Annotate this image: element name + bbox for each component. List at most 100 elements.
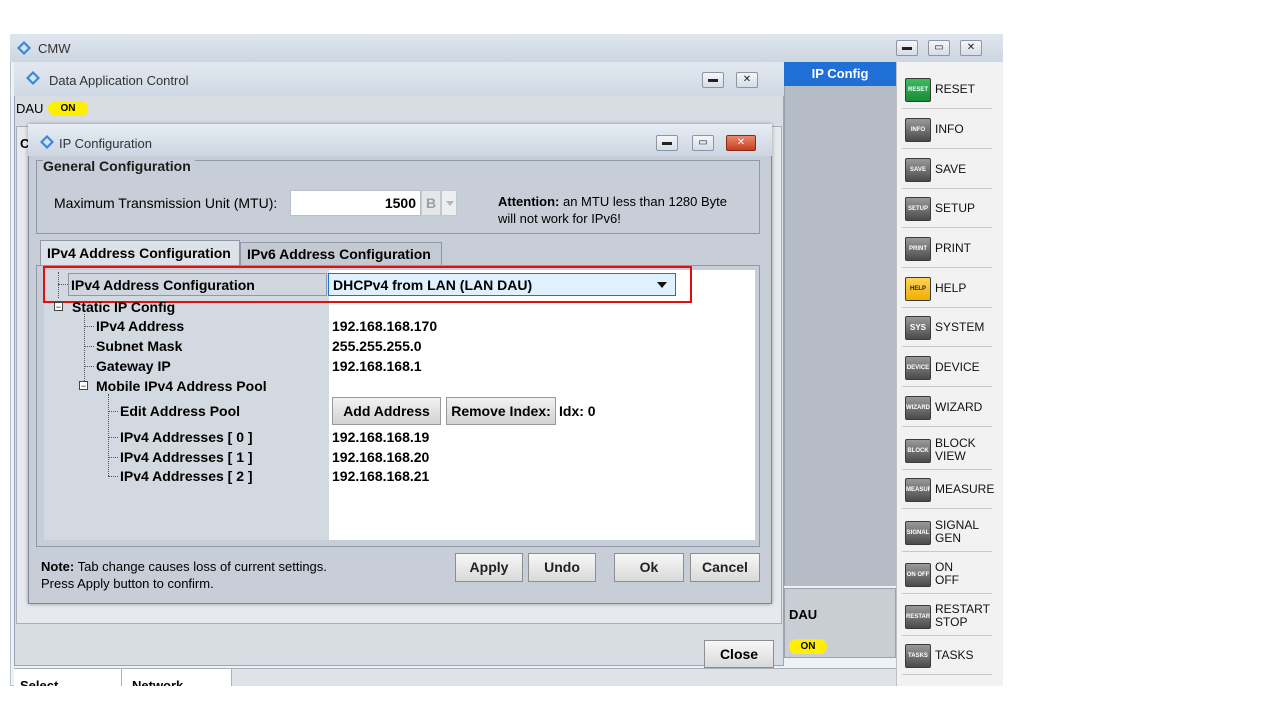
tab-ipv6[interactable]: IPv6 Address Configuration — [240, 242, 442, 266]
mtu-label: Maximum Transmission Unit (MTU): — [54, 195, 278, 211]
pool-item-label: IPv4 Addresses [ 0 ] — [120, 429, 253, 445]
ip-config-header[interactable]: IP Config — [784, 62, 896, 86]
dac-dau-label: DAU — [16, 101, 44, 116]
gateway-ip-value[interactable]: 192.168.168.1 — [332, 358, 422, 374]
signal-gen-icon: SIGNAL GEN — [905, 521, 931, 545]
device-icon: DEVICE — [905, 356, 931, 380]
softkey-system-button[interactable]: SYS SYSTEM — [902, 309, 992, 347]
mtu-input[interactable]: 1500 — [290, 190, 421, 216]
softkey-label-line: SAVE — [935, 162, 967, 176]
softkey-label-line: MEASURE — [935, 482, 995, 496]
softkey-label-line: SETUP — [935, 201, 976, 215]
softkey-wizard-button[interactable]: WIZARD WIZARD — [902, 389, 992, 427]
ip-dialog-maximize-button[interactable]: ▭ — [692, 135, 714, 151]
softkey-info-button[interactable]: INFO INFO — [902, 111, 992, 149]
tab-ipv4[interactable]: IPv4 Address Configuration — [40, 240, 240, 266]
minimize-button[interactable]: ▬ — [896, 40, 918, 56]
tree-connector — [108, 437, 118, 438]
softkey-label: WIZARD — [935, 401, 982, 414]
softkey-setup-button[interactable]: SETUP SETUP — [902, 190, 992, 228]
tree-connector — [84, 346, 94, 347]
chevron-down-icon — [446, 201, 454, 206]
ip-dialog-title: IP Configuration — [59, 136, 152, 151]
softkey-label-line: SYSTEM — [935, 320, 985, 334]
ip-dialog-close-button[interactable]: ✕ — [726, 135, 756, 151]
dac-close-button[interactable]: ✕ — [736, 72, 758, 88]
mtu-unit-box: B — [421, 190, 441, 216]
cmw-title: CMW — [38, 41, 71, 56]
maximize-button[interactable]: ▭ — [928, 40, 950, 56]
right-dau-label: DAU — [789, 607, 818, 622]
info-icon: INFO — [905, 118, 931, 142]
pool-item-label: IPv4 Addresses [ 2 ] — [120, 468, 253, 484]
ip-dialog-minimize-button[interactable]: ▬ — [656, 135, 678, 151]
gateway-ip-label: Gateway IP — [96, 358, 171, 374]
reset-icon: RESET — [905, 78, 931, 102]
softkey-help-button[interactable]: HELP HELP — [902, 270, 992, 308]
mtu-unit-dropdown[interactable] — [441, 190, 457, 216]
softkey-save-button[interactable]: SAVE RCL SAVE — [902, 151, 992, 189]
softkey-device-button[interactable]: DEVICE DEVICE — [902, 349, 992, 387]
save-icon: SAVE RCL — [905, 158, 931, 182]
softkey-signal-button[interactable]: SIGNAL GENSIGNALGEN — [902, 514, 992, 552]
mtu-value: 1500 — [384, 195, 416, 211]
remove-index-button[interactable]: Remove Index: — [446, 397, 556, 425]
general-config-heading: General Configuration — [43, 158, 195, 174]
tree-connector — [108, 394, 109, 476]
softkey-label: SAVE — [935, 163, 966, 176]
softkey-tasks-button[interactable]: TASKS TASKS — [902, 637, 992, 675]
collapse-icon[interactable]: − — [79, 381, 88, 391]
apply-button[interactable]: Apply — [455, 553, 523, 582]
rohde-schwarz-logo-icon — [40, 135, 54, 149]
softkey-label-line: INFO — [935, 122, 964, 136]
softkey-on-button[interactable]: ON OFF ON OFF — [902, 556, 992, 594]
collapse-icon[interactable]: − — [54, 302, 63, 312]
note-bold: Note: — [41, 559, 75, 574]
rohde-schwarz-logo-icon — [17, 41, 31, 55]
tree-connector — [84, 326, 94, 327]
softkey-measure-button[interactable]: MEASURE MEASURE — [902, 471, 995, 509]
cancel-button[interactable]: Cancel — [690, 553, 760, 582]
dac-close-button-bottom[interactable]: Close — [704, 640, 774, 668]
attention-text-2: will not work for IPv6! — [498, 211, 621, 226]
softkey-label-line: OFF — [935, 573, 959, 587]
add-address-button[interactable]: Add Address — [332, 397, 441, 425]
dac-dau-status-badge: ON — [48, 101, 88, 116]
softkey-label: TASKS — [935, 649, 973, 662]
bottom-tab-select-label: Select — [20, 678, 59, 686]
mtu-unit: B — [426, 195, 437, 211]
undo-button[interactable]: Undo — [528, 553, 596, 582]
pool-item-value[interactable]: 192.168.168.19 — [332, 429, 429, 445]
tree-connector — [108, 457, 118, 458]
softkey-block-button[interactable]: BLOCK VIEWBLOCKVIEW — [902, 432, 992, 470]
softkey-label-line: TASKS — [935, 648, 974, 662]
dialog-note: Note: Tab change causes loss of current … — [41, 558, 441, 592]
ip-dialog-title-bar: IP Configuration ▬ ▭ ✕ — [28, 124, 772, 156]
right-dau-status-badge: ON — [789, 639, 827, 654]
remove-index-idx[interactable]: Idx: 0 — [559, 403, 596, 419]
tasks-icon: TASKS — [905, 644, 931, 668]
pool-item-value[interactable]: 192.168.168.20 — [332, 449, 429, 465]
pool-item-value[interactable]: 192.168.168.21 — [332, 468, 429, 484]
on-off-icon: ON OFF — [905, 563, 931, 587]
ipv4-address-value[interactable]: 192.168.168.170 — [332, 318, 437, 334]
softkey-label: DEVICE — [935, 361, 980, 374]
softkey-reset-button[interactable]: RESET RESET — [902, 71, 992, 109]
softkey-label: ON OFF — [935, 561, 959, 587]
bottom-tab-network[interactable]: Network — [122, 669, 232, 686]
bottom-tab-select[interactable]: Select — [14, 669, 122, 686]
dac-minimize-button[interactable]: ▬ — [702, 72, 724, 88]
dac-title: Data Application Control — [49, 73, 189, 88]
subnet-mask-value[interactable]: 255.255.255.0 — [332, 338, 422, 354]
close-button[interactable]: ✕ — [960, 40, 982, 56]
setup-icon: SETUP — [905, 197, 931, 221]
softkey-label-line: RESET — [935, 82, 976, 96]
softkey-restart-button[interactable]: RESTART STOPRESTARTSTOP — [902, 598, 992, 636]
softkey-label-line: DEVICE — [935, 360, 980, 374]
tree-connector — [108, 411, 118, 412]
softkey-label-line: GEN — [935, 531, 962, 545]
ok-button[interactable]: Ok — [614, 553, 684, 582]
dac-title-bar: Data Application Control ▬ ✕ — [14, 62, 784, 96]
softkey-label: SYSTEM — [935, 321, 984, 334]
softkey-print-button[interactable]: PRINT PRINT — [902, 230, 992, 268]
